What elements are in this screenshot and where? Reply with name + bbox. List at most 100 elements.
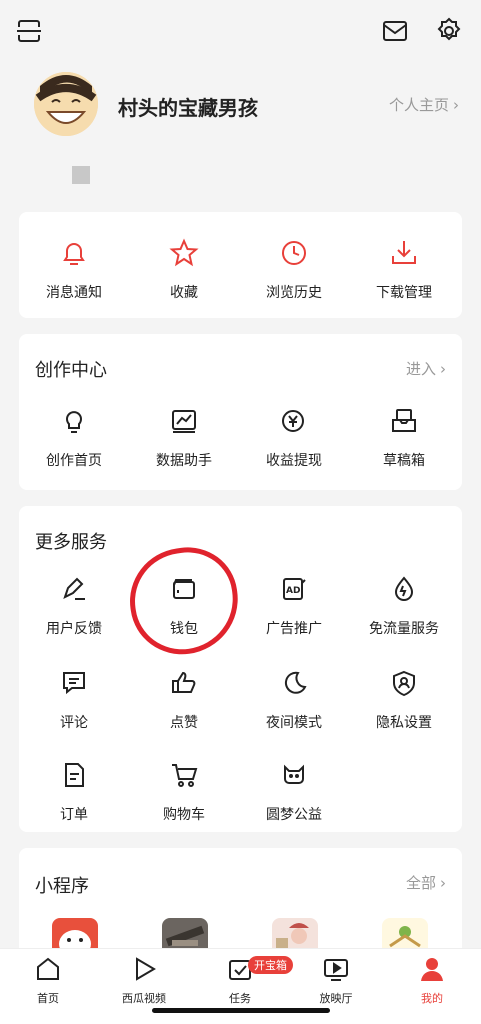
download-icon [387, 236, 421, 270]
service-night-mode[interactable]: 夜间模式 [239, 666, 349, 732]
quick-action-label: 下载管理 [376, 285, 432, 301]
item-label: 购物车 [163, 807, 205, 823]
tab-label: 首页 [37, 992, 59, 1005]
service-charity[interactable]: 圆梦公益 [239, 758, 349, 824]
charity-icon [277, 758, 311, 792]
homepage-link-label: 个人主页 [388, 96, 449, 114]
user-icon [418, 955, 446, 987]
mini-program-thumbnail[interactable] [382, 918, 428, 952]
item-label: 隐私设置 [376, 715, 432, 731]
item-label: 用户反馈 [46, 621, 102, 637]
tab-home[interactable]: 首页 [0, 955, 96, 1006]
item-label: 夜间模式 [266, 715, 322, 731]
screen-icon [322, 955, 350, 987]
tab-xigua-video[interactable]: 西瓜视频 [96, 955, 192, 1006]
profile-section: 村头的宝藏男孩 个人主页 › [0, 64, 481, 204]
item-label: 免流量服务 [369, 621, 439, 637]
creation-drafts[interactable]: 草稿箱 [349, 404, 459, 470]
service-comments[interactable]: 评论 [19, 666, 129, 732]
mini-programs-all[interactable]: 全部 › [406, 872, 446, 893]
ad-icon: AD [277, 572, 311, 606]
item-label: 评论 [60, 715, 88, 731]
yen-icon [277, 404, 311, 438]
pen-icon [57, 572, 91, 606]
lightbulb-icon [57, 404, 91, 438]
draft-box-icon [387, 404, 421, 438]
tab-mine[interactable]: 我的 [384, 955, 480, 1006]
scan-icon[interactable] [12, 14, 46, 48]
tab-screening-hall[interactable]: 放映厅 [288, 955, 384, 1006]
chevron-right-icon: › [440, 873, 446, 892]
avatar[interactable] [34, 72, 98, 136]
moon-icon [277, 666, 311, 700]
enter-label: 进入 [405, 360, 436, 378]
username: 村头的宝藏男孩 [118, 96, 258, 120]
chart-icon [167, 404, 201, 438]
service-privacy[interactable]: 隐私设置 [349, 666, 459, 732]
quick-actions-card: 消息通知 收藏 浏览历史 下载管理 [19, 212, 462, 318]
homepage-link[interactable]: 个人主页 › [389, 94, 459, 115]
creation-home[interactable]: 创作首页 [19, 404, 129, 470]
tab-label: 西瓜视频 [122, 992, 166, 1005]
shield-user-icon [387, 666, 421, 700]
mini-program-thumbnail[interactable] [272, 918, 318, 952]
creation-withdraw[interactable]: 收益提现 [239, 404, 349, 470]
top-bar [0, 0, 481, 64]
creation-center-enter[interactable]: 进入 › [406, 358, 446, 379]
wallet-icon [167, 572, 201, 606]
home-indicator [152, 1008, 330, 1013]
service-likes[interactable]: 点赞 [129, 666, 239, 732]
item-label: 圆梦公益 [266, 807, 322, 823]
svg-text:AD: AD [286, 586, 300, 596]
quick-action-history[interactable]: 浏览历史 [239, 236, 349, 302]
tab-label: 我的 [421, 992, 443, 1005]
star-icon [167, 236, 201, 270]
creation-center-card: 创作中心 进入 › 创作首页 数据助手 收益提现 草稿箱 [19, 334, 462, 490]
section-title: 创作中心 [35, 360, 107, 381]
service-feedback[interactable]: 用户反馈 [19, 572, 129, 638]
section-title: 小程序 [35, 876, 89, 897]
service-free-data[interactable]: 免流量服务 [349, 572, 459, 638]
mini-program-thumbnail[interactable] [162, 918, 208, 952]
quick-action-label: 收藏 [170, 285, 198, 301]
item-label: 收益提现 [266, 453, 322, 469]
thumbs-up-icon [167, 666, 201, 700]
quick-action-notifications[interactable]: 消息通知 [19, 236, 129, 302]
tab-label: 放映厅 [319, 992, 353, 1005]
tab-label: 任务 [229, 992, 251, 1005]
home-icon [34, 955, 62, 987]
cart-icon [167, 758, 201, 792]
drop-icon [387, 572, 421, 606]
section-title: 更多服务 [35, 532, 107, 553]
bell-icon [57, 236, 91, 270]
item-label: 创作首页 [46, 453, 102, 469]
quick-action-label: 消息通知 [46, 285, 102, 301]
item-label: 数据助手 [156, 453, 212, 469]
quick-action-downloads[interactable]: 下载管理 [349, 236, 459, 302]
treasure-badge[interactable]: 开宝箱 [248, 956, 293, 974]
quick-action-label: 浏览历史 [266, 285, 322, 301]
chevron-right-icon: › [440, 359, 446, 378]
blurred-stats [72, 166, 90, 184]
chevron-right-icon: › [453, 95, 459, 114]
clock-icon [277, 236, 311, 270]
item-label: 钱包 [170, 621, 198, 637]
gear-icon[interactable] [432, 14, 466, 48]
service-cart[interactable]: 购物车 [129, 758, 239, 824]
creation-data-assistant[interactable]: 数据助手 [129, 404, 239, 470]
mail-icon[interactable] [378, 14, 412, 48]
item-label: 订单 [60, 807, 88, 823]
mini-programs-card: 小程序 全部 › [19, 848, 462, 958]
service-ads[interactable]: AD 广告推广 [239, 572, 349, 638]
item-label: 点赞 [170, 715, 198, 731]
service-wallet[interactable]: 钱包 [129, 572, 239, 638]
all-label: 全部 [405, 874, 436, 892]
comment-icon [57, 666, 91, 700]
service-orders[interactable]: 订单 [19, 758, 129, 824]
more-services-card: 更多服务 用户反馈 钱包 AD 广告推广 免流量服务 评论 点赞 夜间模式 隐私… [19, 506, 462, 832]
play-icon [130, 955, 158, 987]
mini-program-thumbnail[interactable] [52, 918, 98, 952]
item-label: 草稿箱 [383, 453, 425, 469]
quick-action-favorites[interactable]: 收藏 [129, 236, 239, 302]
item-label: 广告推广 [266, 621, 322, 637]
